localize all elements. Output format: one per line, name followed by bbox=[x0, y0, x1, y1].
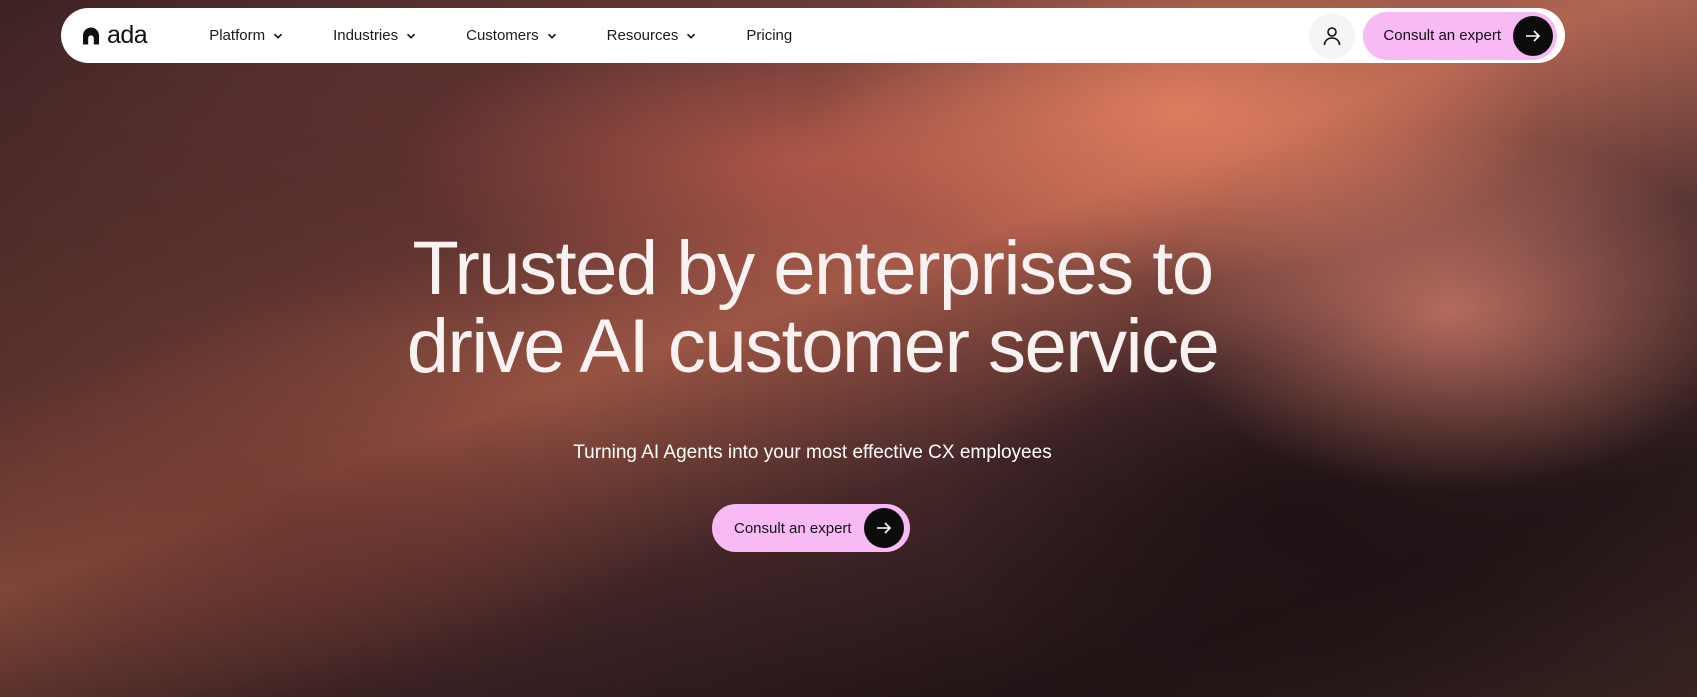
chevron-down-icon bbox=[547, 33, 556, 39]
chevron-down-icon bbox=[274, 33, 283, 39]
nav-actions: Consult an expert bbox=[1309, 11, 1557, 60]
main-menu: Platform Industries Customers Resources … bbox=[195, 27, 806, 44]
chevron-down-icon bbox=[407, 33, 416, 39]
nav-item-resources[interactable]: Resources bbox=[593, 27, 711, 44]
nav-item-label: Platform bbox=[209, 27, 266, 44]
nav-item-label: Pricing bbox=[746, 27, 793, 44]
nav-item-pricing[interactable]: Pricing bbox=[732, 27, 806, 44]
account-button[interactable] bbox=[1309, 12, 1356, 59]
nav-item-platform[interactable]: Platform bbox=[195, 27, 297, 44]
ada-logo-icon bbox=[83, 27, 99, 44]
hero-headline-line-2: drive AI customer service bbox=[406, 304, 1220, 389]
arrow-right-icon bbox=[863, 508, 904, 548]
hero-headline: Trusted by enterprises to drive AI custo… bbox=[0, 230, 1625, 386]
ada-logo[interactable]: ada bbox=[81, 21, 148, 50]
hero-headline-line-1: Trusted by enterprises to bbox=[412, 226, 1214, 311]
hero-subheadline: Turning AI Agents into your most effecti… bbox=[573, 442, 1052, 463]
user-icon bbox=[1324, 26, 1341, 45]
top-navigation-bar: ada Platform Industries Customers Resour… bbox=[61, 8, 1565, 63]
hero-consult-expert-button[interactable]: Consult an expert bbox=[712, 504, 910, 552]
nav-item-label: Industries bbox=[333, 27, 399, 44]
chevron-down-icon bbox=[687, 33, 696, 39]
consult-expert-button[interactable]: Consult an expert bbox=[1363, 11, 1557, 60]
nav-item-label: Resources bbox=[606, 27, 679, 44]
nav-item-industries[interactable]: Industries bbox=[319, 27, 430, 44]
nav-item-customers[interactable]: Customers bbox=[452, 27, 571, 44]
cta-label: Consult an expert bbox=[734, 519, 852, 537]
cta-label: Consult an expert bbox=[1383, 27, 1501, 44]
arrow-right-icon bbox=[1513, 15, 1553, 56]
nav-item-label: Customers bbox=[466, 27, 539, 44]
brand-name: ada bbox=[107, 21, 148, 49]
